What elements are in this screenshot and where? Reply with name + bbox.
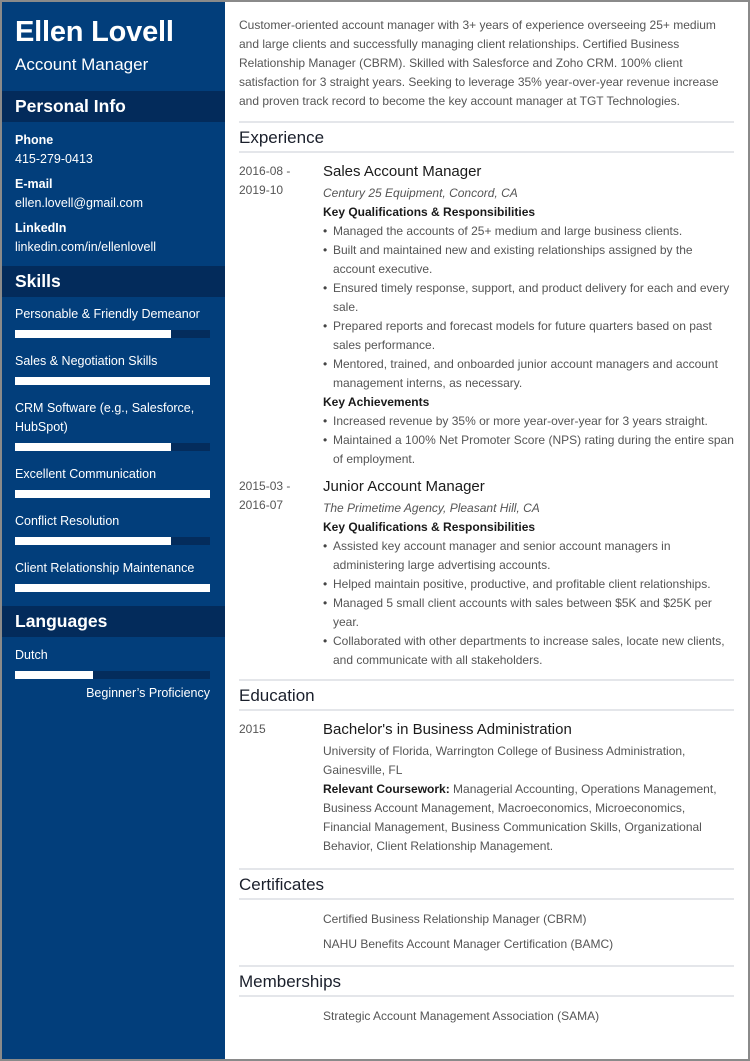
certificates-heading: Certificates	[239, 868, 734, 900]
language-bar-fill	[15, 671, 93, 679]
certificate-item: NAHU Benefits Account Manager Certificat…	[323, 937, 614, 951]
degree-title: Bachelor's in Business Administration	[323, 721, 572, 738]
list-item: Ensured timely response, support, and pr…	[323, 279, 734, 317]
job-dates: 2016-08 - 2019-10	[239, 162, 323, 469]
list-item: Managed 5 small client accounts with sal…	[323, 594, 734, 632]
education-date: 2015	[239, 722, 266, 736]
skill-bar-fill	[15, 377, 210, 385]
language-level: Beginner’s Proficiency	[86, 686, 210, 700]
skill-item: Excellent Communication	[15, 465, 212, 498]
list-item: Mentored, trained, and onboarded junior …	[323, 355, 734, 393]
job-dates: 2015-03 - 2016-07	[239, 477, 323, 670]
coursework-label: Relevant Coursework:	[323, 782, 450, 796]
skill-item: Personable & Friendly Demeanor	[15, 305, 212, 338]
school-name: University of Florida, Warrington Colleg…	[323, 744, 686, 777]
certificates-list: Certified Business Relationship Manager …	[239, 900, 734, 957]
skills-heading: Skills	[2, 266, 225, 297]
sidebar: Ellen Lovell Account Manager Personal In…	[2, 2, 225, 1059]
phone-label: Phone	[15, 133, 54, 147]
skill-bar-fill	[15, 490, 210, 498]
job-date-start: 2015-03 -	[239, 479, 291, 493]
memberships-list: Strategic Account Management Association…	[239, 997, 734, 1029]
candidate-name: Ellen Lovell	[15, 16, 174, 48]
responsibilities-list: Managed the accounts of 25+ medium and l…	[323, 222, 734, 393]
membership-item: Strategic Account Management Association…	[323, 1009, 600, 1023]
skill-name: Excellent Communication	[15, 467, 157, 481]
education-body: Bachelor's in Business Administration Un…	[323, 720, 734, 856]
phone-value: 415-279-0413	[15, 152, 93, 166]
email-label: E-mail	[15, 177, 53, 191]
list-item: Built and maintained new and existing re…	[323, 241, 734, 279]
job-entry: 2015-03 - 2016-07 Junior Account Manager…	[239, 477, 734, 670]
language-bar	[15, 671, 210, 679]
list-item: Helped maintain positive, productive, an…	[323, 575, 734, 594]
job-company: Century 25 Equipment, Concord, CA	[323, 186, 518, 200]
job-title: Sales Account Manager	[323, 163, 482, 180]
skill-item: CRM Software (e.g., Salesforce, HubSpot)	[15, 399, 212, 451]
list-item: Managed the accounts of 25+ medium and l…	[323, 222, 734, 241]
job-date-end: 2016-07	[239, 498, 284, 512]
certificate-item: Certified Business Relationship Manager …	[323, 912, 587, 926]
job-body: Sales Account Manager Century 25 Equipme…	[323, 162, 734, 469]
job-entry: 2016-08 - 2019-10 Sales Account Manager …	[239, 162, 734, 469]
personal-info: Phone 415-279-0413 E-mail ellen.lovell@g…	[2, 122, 225, 255]
skill-bar	[15, 490, 210, 498]
languages-heading: Languages	[2, 606, 225, 637]
skill-item: Client Relationship Maintenance	[15, 559, 212, 592]
job-body: Junior Account Manager The Primetime Age…	[323, 477, 734, 670]
skill-bar-fill	[15, 537, 171, 545]
skill-bar	[15, 330, 210, 338]
skill-name: Client Relationship Maintenance	[15, 561, 195, 575]
resume-page: Ellen Lovell Account Manager Personal In…	[0, 0, 750, 1061]
skill-item: Sales & Negotiation Skills	[15, 352, 212, 385]
achievements-heading: Key Achievements	[323, 395, 430, 409]
list-item: Maintained a 100% Net Promoter Score (NP…	[323, 431, 734, 469]
skill-bar	[15, 537, 210, 545]
skill-bar	[15, 377, 210, 385]
skill-name: CRM Software (e.g., Salesforce, HubSpot)	[15, 401, 195, 434]
responsibilities-list: Assisted key account manager and senior …	[323, 537, 734, 670]
skill-bar	[15, 443, 210, 451]
skill-bar	[15, 584, 210, 592]
memberships-heading: Memberships	[239, 965, 734, 997]
linkedin-value[interactable]: linkedin.com/in/ellenlovell	[15, 239, 212, 255]
job-title: Junior Account Manager	[323, 478, 485, 495]
list-item: Prepared reports and forecast models for…	[323, 317, 734, 355]
list-item: Assisted key account manager and senior …	[323, 537, 734, 575]
linkedin-label: LinkedIn	[15, 221, 67, 235]
education-entry: 2015 Bachelor's in Business Administrati…	[239, 720, 734, 856]
education-heading: Education	[239, 679, 734, 711]
list-item: Increased revenue by 35% or more year-ov…	[323, 412, 734, 431]
language-name: Dutch	[15, 648, 48, 662]
skill-bar-fill	[15, 443, 171, 451]
skill-name: Sales & Negotiation Skills	[15, 354, 158, 368]
responsibilities-heading: Key Qualifications & Responsibilities	[323, 205, 536, 219]
language-item: Dutch Beginner’s Proficiency	[2, 637, 225, 701]
skill-name: Conflict Resolution	[15, 514, 120, 528]
list-item: Collaborated with other departments to i…	[323, 632, 734, 670]
personal-info-heading: Personal Info	[2, 91, 225, 122]
coursework: Relevant Coursework: Managerial Accounti…	[323, 780, 734, 856]
job-date-end: 2019-10	[239, 183, 284, 197]
job-date-start: 2016-08 -	[239, 164, 291, 178]
skill-bar-fill	[15, 330, 171, 338]
skill-item: Conflict Resolution	[15, 512, 212, 545]
candidate-title: Account Manager	[15, 55, 149, 74]
achievements-list: Increased revenue by 35% or more year-ov…	[323, 412, 734, 469]
skills-list: Personable & Friendly Demeanor Sales & N…	[2, 297, 225, 592]
summary: Customer-oriented account manager with 3…	[239, 18, 719, 108]
job-company: The Primetime Agency, Pleasant Hill, CA	[323, 501, 540, 515]
responsibilities-heading: Key Qualifications & Responsibilities	[323, 520, 536, 534]
experience-heading: Experience	[239, 121, 734, 153]
email-value[interactable]: ellen.lovell@gmail.com	[15, 195, 212, 211]
skill-name: Personable & Friendly Demeanor	[15, 307, 200, 321]
main-content: Customer-oriented account manager with 3…	[225, 2, 748, 1059]
skill-bar-fill	[15, 584, 210, 592]
